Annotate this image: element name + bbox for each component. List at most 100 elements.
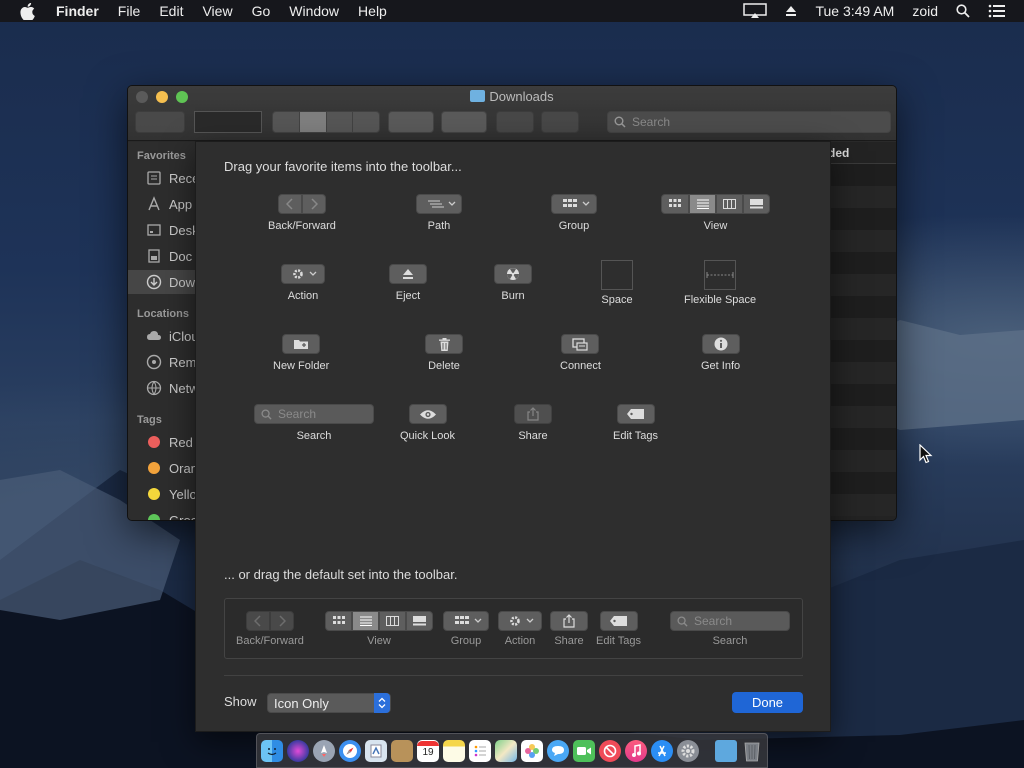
- done-button[interactable]: Done: [732, 692, 803, 713]
- window-titlebar: Downloads Search: [128, 86, 896, 141]
- app-store-dock-icon[interactable]: [651, 739, 673, 762]
- new-folder-icon: [282, 334, 321, 354]
- list-row: [824, 406, 896, 428]
- menu-edit[interactable]: Edit: [159, 3, 183, 19]
- sidebar-item-desktop[interactable]: Desk: [128, 218, 196, 242]
- downloads-folder-dock-icon[interactable]: [715, 739, 737, 762]
- list-row: [824, 208, 896, 230]
- menu-view[interactable]: View: [202, 3, 232, 19]
- menu-window[interactable]: Window: [289, 3, 339, 19]
- apple-menu-icon[interactable]: [20, 0, 38, 22]
- sidebar: Favorites Rece App Desk Doc Dow Location…: [128, 142, 196, 520]
- default-toolbar-set[interactable]: Back/Forward View Group Action Share Edi…: [224, 598, 803, 659]
- toolbar-item-flexible-space[interactable]: Flexible Space: [684, 260, 756, 306]
- sidebar-item-network[interactable]: Netw: [128, 376, 196, 400]
- photos-dock-icon[interactable]: [521, 739, 543, 762]
- toolbar-item-back-forward[interactable]: Back/Forward: [268, 194, 336, 232]
- item-label: Edit Tags: [596, 635, 642, 647]
- default-set-instructions: ... or drag the default set into the too…: [224, 567, 458, 582]
- airplay-icon[interactable]: [743, 3, 768, 19]
- toolbar-item-action[interactable]: Action: [281, 264, 325, 302]
- toolbar-item-share[interactable]: Share: [514, 404, 552, 442]
- trash-dock-icon[interactable]: [741, 740, 763, 762]
- news-dock-icon[interactable]: [599, 739, 621, 762]
- search-icon: [677, 615, 688, 627]
- menu-help[interactable]: Help: [358, 3, 387, 19]
- sheet-divider: [224, 675, 803, 676]
- updown-chevron-icon: [374, 693, 390, 713]
- item-label: Delete: [428, 360, 460, 372]
- toolbar-item-burn[interactable]: Burn: [494, 264, 532, 302]
- mail-preview-dock-icon[interactable]: [365, 739, 387, 762]
- search-field[interactable]: Search: [607, 111, 891, 133]
- toolbar-item-quick-look[interactable]: Quick Look: [400, 404, 455, 442]
- toolbar-item-eject[interactable]: Eject: [389, 264, 427, 302]
- messages-dock-icon[interactable]: [547, 739, 569, 762]
- notification-center-icon[interactable]: [988, 4, 1006, 18]
- toolbar-item-connect[interactable]: Connect: [560, 334, 601, 372]
- sidebar-item-remote-disc[interactable]: Rem: [128, 350, 196, 374]
- group-button[interactable]: [388, 111, 434, 133]
- toolbar-item-new-folder[interactable]: New Folder: [273, 334, 329, 372]
- sidebar-tag-green[interactable]: Gree: [128, 508, 196, 520]
- siri-dock-icon[interactable]: [287, 739, 309, 762]
- item-label: Burn: [501, 290, 525, 302]
- sidebar-item-documents[interactable]: Doc: [128, 244, 196, 268]
- icon-view-icon: [661, 194, 689, 214]
- toolbar-item-get-info[interactable]: Get Info: [701, 334, 740, 372]
- contacts-dock-icon[interactable]: [391, 739, 413, 762]
- sidebar-item-label: Doc: [169, 248, 193, 264]
- edit-tags-button[interactable]: [541, 111, 579, 133]
- system-preferences-dock-icon[interactable]: [677, 739, 699, 762]
- toolbar-item-space[interactable]: Space: [601, 260, 633, 306]
- list-row: [824, 494, 896, 516]
- toolbar-item-search[interactable]: Search Search: [254, 404, 374, 442]
- list-view-icon: [352, 611, 379, 631]
- sidebar-item-applications[interactable]: App: [128, 192, 196, 216]
- show-popup-button[interactable]: Icon Only: [267, 693, 391, 713]
- desktop-icon: [147, 224, 161, 236]
- notes-dock-icon[interactable]: [443, 739, 465, 762]
- menu-file[interactable]: File: [118, 3, 141, 19]
- menu-bar: Finder File Edit View Go Window Help Tue…: [0, 0, 1024, 22]
- toolbar-item-view[interactable]: View: [661, 194, 770, 232]
- share-button[interactable]: [496, 111, 534, 133]
- calendar-dock-icon[interactable]: 19: [417, 739, 439, 762]
- spotlight-icon[interactable]: [956, 4, 970, 18]
- maps-dock-icon[interactable]: [495, 739, 517, 762]
- finder-dock-icon[interactable]: [261, 739, 283, 762]
- toolbar-item-group[interactable]: Group: [551, 194, 597, 232]
- facetime-dock-icon[interactable]: [573, 739, 595, 762]
- toolbar-item-delete[interactable]: Delete: [425, 334, 463, 372]
- view-segment[interactable]: [272, 111, 380, 133]
- user-name[interactable]: zoid: [912, 3, 938, 19]
- menu-finder[interactable]: Finder: [56, 3, 99, 19]
- back-forward-button[interactable]: [135, 111, 185, 133]
- clock[interactable]: Tue 3:49 AM: [815, 3, 894, 19]
- sidebar-item-downloads[interactable]: Dow: [128, 270, 196, 294]
- sidebar-tag-yellow[interactable]: Yello: [128, 482, 196, 506]
- eject-menu-icon[interactable]: [785, 5, 797, 17]
- action-button[interactable]: [441, 111, 487, 133]
- view-segmented-control: [661, 194, 770, 214]
- gallery-view-icon: [406, 611, 433, 631]
- applications-icon: [148, 196, 160, 211]
- sidebar-tag-red[interactable]: Red: [128, 430, 196, 454]
- sidebar-item-icloud[interactable]: iClou: [128, 324, 196, 348]
- eye-icon: [408, 404, 447, 424]
- music-dock-icon[interactable]: [625, 739, 647, 762]
- toolbar-item-edit-tags[interactable]: Edit Tags: [613, 404, 658, 442]
- column-header-date-added[interactable]: ded: [824, 142, 896, 164]
- burn-icon: [494, 264, 532, 284]
- item-label: Action: [504, 635, 536, 647]
- toolbar-item-path[interactable]: Path: [416, 194, 462, 232]
- launchpad-dock-icon[interactable]: [313, 739, 335, 762]
- item-label: Group: [558, 220, 590, 232]
- item-label: Eject: [395, 290, 421, 302]
- default-item-back-forward: Back/Forward: [236, 611, 304, 647]
- safari-dock-icon[interactable]: [339, 739, 361, 762]
- sidebar-tag-orange[interactable]: Oran: [128, 456, 196, 480]
- reminders-dock-icon[interactable]: [469, 739, 491, 762]
- menu-go[interactable]: Go: [252, 3, 271, 19]
- sidebar-item-recents[interactable]: Rece: [128, 166, 196, 190]
